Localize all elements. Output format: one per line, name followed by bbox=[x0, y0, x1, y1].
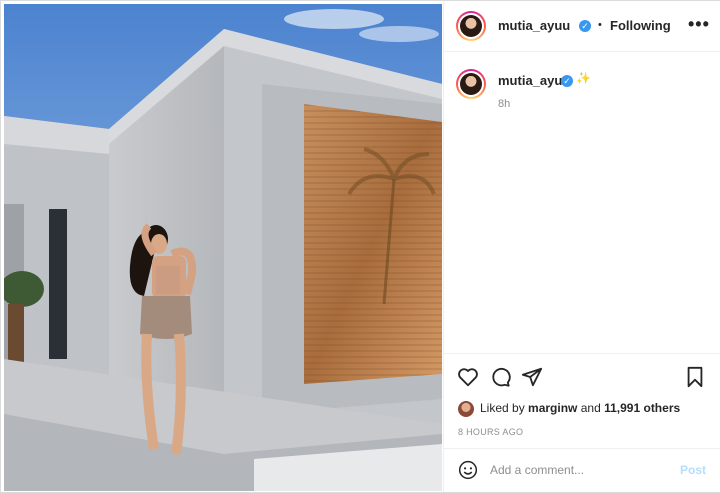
post-header: mutia_ayuu ✓ • Following ••• bbox=[444, 1, 720, 52]
comment-icon[interactable] bbox=[489, 366, 511, 388]
more-icon[interactable]: ••• bbox=[688, 14, 710, 35]
liker-avatar[interactable] bbox=[458, 401, 474, 417]
header-username[interactable]: mutia_ayuu bbox=[498, 18, 570, 33]
sparkle-emoji: ✨ bbox=[576, 71, 591, 85]
emoji-icon[interactable] bbox=[458, 460, 478, 480]
comment-bar: Add a comment... Post bbox=[444, 448, 720, 493]
caption-time[interactable]: 8h bbox=[498, 98, 510, 110]
following-button[interactable]: Following bbox=[610, 18, 671, 33]
liker-username[interactable]: marginw bbox=[528, 401, 577, 415]
verified-icon: ✓ bbox=[561, 75, 573, 87]
share-icon[interactable] bbox=[521, 366, 543, 388]
caption-username[interactable]: mutia_ayuu bbox=[498, 73, 570, 88]
post-button[interactable]: Post bbox=[680, 463, 706, 477]
post-sidebar: mutia_ayuu ✓ • Following ••• mutia_ayuu … bbox=[443, 1, 720, 492]
likes-and: and bbox=[580, 401, 601, 415]
caption-avatar[interactable] bbox=[456, 69, 486, 99]
post-modal: mutia_ayuu ✓ • Following ••• mutia_ayuu … bbox=[0, 0, 720, 493]
separator-dot: • bbox=[598, 19, 602, 31]
comment-input[interactable]: Add a comment... bbox=[490, 463, 584, 477]
avatar[interactable] bbox=[456, 11, 486, 41]
post-timestamp[interactable]: 8 HOURS AGO bbox=[458, 427, 523, 437]
verified-icon: ✓ bbox=[579, 20, 591, 32]
likes-count[interactable]: 11,991 others bbox=[604, 401, 680, 415]
post-photo[interactable] bbox=[4, 4, 442, 491]
heart-icon[interactable] bbox=[457, 366, 479, 388]
likes-line: Liked by marginw and 11,991 others bbox=[480, 401, 680, 415]
post-actions: Liked by marginw and 11,991 others 8 HOU… bbox=[444, 353, 720, 450]
likes-prefix: Liked by bbox=[480, 401, 525, 415]
bookmark-icon[interactable] bbox=[684, 366, 706, 388]
photo-scene bbox=[4, 4, 442, 491]
